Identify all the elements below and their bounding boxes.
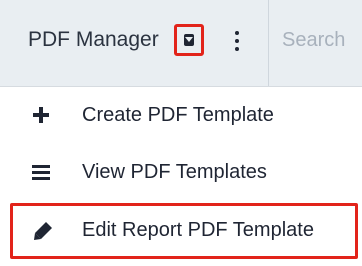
pencil-icon [33,221,52,240]
menu-item-label: Create PDF Template [82,104,274,126]
menu-item-label: View PDF Templates [82,161,267,183]
menu-item-label: Edit Report PDF Template [82,219,314,241]
kebab-menu-icon[interactable] [228,29,246,53]
kebab-dot [235,47,239,51]
module-dropdown-button[interactable] [174,24,204,56]
menu-item-create-pdf-template[interactable]: Create PDF Template [0,87,362,145]
header-divider [268,0,269,86]
plus-icon [32,106,50,124]
menu-item-view-pdf-templates[interactable]: View PDF Templates [0,144,362,202]
module-dropdown-menu: Create PDF Template View PDF Templates E… [0,86,362,266]
search-input[interactable] [274,22,362,58]
kebab-dot [235,39,239,43]
kebab-dot [235,31,239,35]
list-icon [32,163,50,181]
module-header: PDF Manager [0,0,362,86]
menu-item-edit-report-pdf-template[interactable]: Edit Report PDF Template [10,203,358,259]
module-title[interactable]: PDF Manager [28,27,159,53]
caret-down-icon [184,34,194,46]
